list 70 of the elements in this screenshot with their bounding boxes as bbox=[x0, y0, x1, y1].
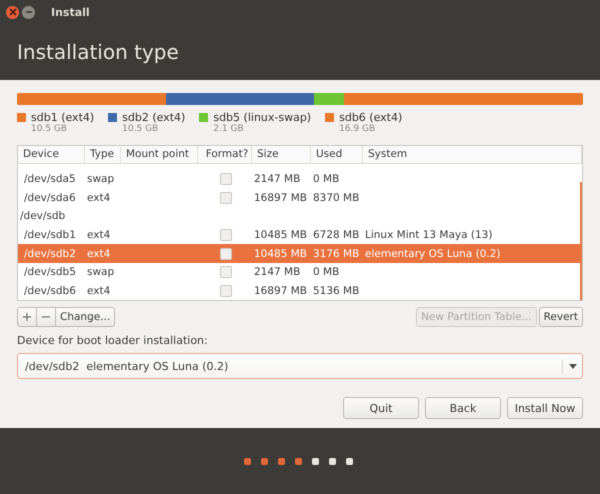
change-button[interactable]: Change... bbox=[55, 307, 116, 327]
column-header[interactable]: Device bbox=[18, 146, 85, 163]
boot-loader-dropdown[interactable]: /dev/sdb2 elementary OS Luna (0.2) bbox=[17, 353, 583, 379]
table-row[interactable]: /dev/sdb1 ext4 10485 MB 6728 MB Linux Mint 13 Maya (13) bbox=[18, 226, 582, 244]
partition-size: 2.1 GB bbox=[213, 124, 245, 134]
table-row[interactable]: /dev/sdb5 swap 2147 MB 0 MB bbox=[18, 262, 582, 282]
partition-size: 10.5 GB bbox=[122, 124, 160, 134]
add-button[interactable]: + bbox=[17, 307, 37, 327]
format-checkbox[interactable] bbox=[220, 228, 232, 241]
revert-button[interactable]: Revert bbox=[538, 307, 583, 327]
column-header[interactable]: Size bbox=[252, 146, 311, 163]
table-cell-text: 8370 MB bbox=[312, 190, 360, 206]
boot-loader-label: Device for boot loader installation: bbox=[17, 334, 209, 347]
minimize-button[interactable] bbox=[22, 6, 35, 18]
column-header[interactable]: Used bbox=[311, 146, 363, 163]
column-header[interactable]: Type bbox=[85, 146, 121, 163]
partition-size: 10.5 GB bbox=[31, 124, 68, 134]
partition-label: sdb5 (linux-swap) bbox=[213, 111, 312, 124]
scrollbar[interactable] bbox=[580, 182, 582, 300]
table-cell-text: /dev/sdb bbox=[19, 209, 66, 224]
table-cell-text: 16897 MB bbox=[253, 284, 308, 299]
install-now-button[interactable]: Install Now bbox=[507, 397, 583, 419]
format-checkbox[interactable] bbox=[220, 284, 232, 297]
format-checkbox[interactable] bbox=[220, 248, 232, 260]
quit-button[interactable]: Quit bbox=[343, 397, 419, 419]
table-cell-text: Linux Mint 13 Maya (13) bbox=[364, 228, 494, 243]
column-header[interactable]: Format? bbox=[198, 146, 252, 163]
table-cell-text: swap bbox=[86, 265, 116, 280]
table-cell-text: 10485 MB bbox=[253, 228, 308, 243]
table-cell-text: 2147 MB bbox=[253, 265, 302, 280]
table-cell-text: /dev/sda6 bbox=[23, 190, 77, 206]
table-cell-text: 6728 MB bbox=[312, 228, 360, 243]
table-cell-text: 2147 MB bbox=[253, 172, 302, 188]
remove-button[interactable]: − bbox=[36, 307, 56, 327]
table-cell-text: 0 MB bbox=[312, 172, 340, 188]
close-button[interactable] bbox=[6, 6, 19, 18]
close-icon bbox=[8, 8, 16, 16]
table-cell-text: 5136 MB bbox=[312, 284, 360, 299]
table-cell-text: /dev/sdb5 bbox=[23, 265, 77, 280]
format-checkbox[interactable] bbox=[220, 173, 232, 186]
table-cell-text: ext4 bbox=[86, 228, 112, 243]
table-cell-text: /dev/sda5 bbox=[23, 172, 77, 188]
format-checkbox[interactable] bbox=[220, 192, 232, 204]
partition-label: sdb6 (ext4) bbox=[339, 111, 402, 124]
table-row[interactable]: /dev/sdb bbox=[18, 207, 582, 226]
table-row[interactable]: /dev/sdb6 ext4 16897 MB 5136 MB bbox=[18, 281, 582, 300]
table-cell-text: 0 MB bbox=[312, 265, 340, 280]
partition-size: 16.9 GB bbox=[339, 124, 376, 134]
partition-label: sdb1 (ext4) bbox=[31, 111, 94, 124]
table-cell-text: /dev/sdb2 bbox=[23, 246, 77, 262]
page-title: Installation type bbox=[17, 40, 179, 64]
column-header[interactable]: System bbox=[363, 146, 582, 163]
table-cell-text: 16897 MB bbox=[253, 190, 308, 206]
partition-label: sdb2 (ext4) bbox=[122, 111, 186, 124]
table-cell-text: 10485 MB bbox=[253, 246, 308, 262]
table-cell-text: ext4 bbox=[86, 246, 112, 262]
table-cell-text: /dev/sdb6 bbox=[23, 284, 77, 299]
table-cell-text: swap bbox=[86, 172, 116, 188]
format-checkbox[interactable] bbox=[220, 266, 232, 278]
table-cell-text: ext4 bbox=[86, 284, 112, 299]
column-header[interactable]: Mount point bbox=[121, 146, 198, 163]
table-row[interactable]: /dev/sda6 ext4 16897 MB 8370 MB bbox=[18, 188, 582, 208]
window-title: Install bbox=[51, 6, 90, 18]
table-row[interactable]: /dev/sda5 swap 2147 MB 0 MB bbox=[18, 170, 582, 188]
table-cell-text: 3176 MB bbox=[312, 246, 360, 262]
table-cell-text: ext4 bbox=[86, 190, 112, 206]
back-button[interactable]: Back bbox=[425, 397, 501, 419]
table-cell-text: /dev/sdb1 bbox=[23, 228, 77, 243]
table-cell-text: elementary OS Luna (0.2) bbox=[364, 246, 502, 262]
minimize-icon bbox=[24, 8, 32, 16]
